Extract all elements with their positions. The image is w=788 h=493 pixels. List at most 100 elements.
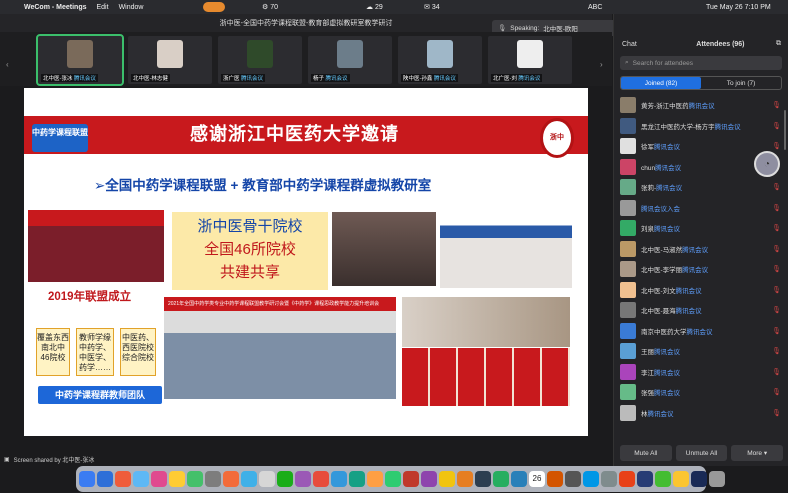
dock-app-icon[interactable] [457, 471, 473, 487]
muted-mic-icon[interactable]: 🎙 [772, 183, 781, 191]
participant-video[interactable]: 陕中医-孙鑫 腾讯会议 [398, 36, 482, 84]
attendee-row[interactable]: 北中医-李学丽腾讯会议 🎙 [614, 258, 788, 280]
participant-video[interactable]: 北中医-张冰 腾讯会议 [36, 34, 124, 86]
dock-app-icon[interactable] [547, 471, 563, 487]
muted-mic-icon[interactable]: 🎙 [772, 204, 781, 212]
menu-window[interactable]: Window [119, 4, 144, 11]
dock-app-icon[interactable] [367, 471, 383, 487]
dock-app-icon[interactable] [277, 471, 293, 487]
dock-app-icon[interactable] [223, 471, 239, 487]
dock-app-icon[interactable] [637, 471, 653, 487]
tray-item-3[interactable]: ✉ 34 [424, 0, 440, 14]
muted-mic-icon[interactable]: 🎙 [772, 224, 781, 232]
muted-mic-icon[interactable]: 🎙 [772, 265, 781, 273]
participant-video[interactable]: 杨子 腾讯会议 [308, 36, 392, 84]
attendee-row[interactable]: 李江腾讯会议 🎙 [614, 361, 788, 383]
dock-app-icon[interactable] [169, 471, 185, 487]
muted-mic-icon[interactable]: 🎙 [772, 409, 781, 417]
tab-attendees[interactable]: Attendees (96) [696, 41, 744, 48]
tray-item-1[interactable]: ⚙ 70 [262, 0, 278, 14]
tab-chat[interactable]: Chat [622, 41, 637, 48]
muted-mic-icon[interactable]: 🎙 [772, 388, 781, 396]
attendee-row[interactable]: 南京中医药大学腾讯会议 🎙 [614, 320, 788, 342]
search-input[interactable]: ⌕ Search for attendees [620, 56, 782, 70]
app-menu[interactable]: WeCom - Meetings [24, 4, 87, 11]
dock-app-icon[interactable] [583, 471, 599, 487]
dock-app-icon[interactable] [691, 471, 707, 487]
attendee-row[interactable]: 林腾讯会议 🎙 [614, 402, 788, 424]
dock-app-icon[interactable] [619, 471, 635, 487]
muted-mic-icon[interactable]: 🎙 [772, 368, 781, 376]
dock-app-icon[interactable] [493, 471, 509, 487]
floating-assistant-icon[interactable]: ◔ [754, 151, 780, 177]
input-method[interactable]: ABC [588, 0, 602, 14]
tab-joined[interactable]: Joined (82) [621, 77, 701, 89]
dock-app-icon[interactable] [187, 471, 203, 487]
participant-video[interactable]: 北广医-刘 腾讯会议 [488, 36, 572, 84]
strip-next-icon[interactable]: › [600, 60, 603, 69]
dock-app-icon[interactable] [331, 471, 347, 487]
dock-app-icon[interactable] [97, 471, 113, 487]
attendee-list: 黄芳-浙江中医药腾讯会议 🎙 黑龙江中医药大学-杨方宇腾讯会议 🎙 徐军腾讯会议 🎙 chu… [614, 94, 788, 424]
calendar-icon[interactable]: 26 [529, 471, 545, 487]
participant-video[interactable]: 浙广医 腾讯会议 [218, 36, 302, 84]
attendee-row[interactable]: 黄芳-浙江中医药腾讯会议 🎙 [614, 94, 788, 116]
dock-app-icon[interactable] [313, 471, 329, 487]
muted-mic-icon[interactable]: 🎙 [772, 347, 781, 355]
tab-to-join[interactable]: To join (7) [701, 77, 781, 89]
attendee-row[interactable]: 北中医-聂海腾讯会议 🎙 [614, 299, 788, 321]
meeting-indicator[interactable] [203, 2, 225, 12]
dock-app-icon[interactable] [421, 471, 437, 487]
dock-app-icon[interactable] [133, 471, 149, 487]
muted-mic-icon[interactable]: 🎙 [772, 101, 781, 109]
dock-app-icon[interactable] [115, 471, 131, 487]
dock-app-icon[interactable] [565, 471, 581, 487]
dock-app-icon[interactable] [385, 471, 401, 487]
attendee-name: 腾讯会议入会 [641, 205, 680, 213]
attendee-row[interactable]: 张莉-腾讯会议 🎙 [614, 176, 788, 198]
attendee-row[interactable]: 北中医-马淑然腾讯会议 🎙 [614, 238, 788, 260]
strip-prev-icon[interactable]: ‹ [6, 60, 9, 69]
attendee-row[interactable]: 黑龙江中医药大学-杨方宇腾讯会议 🎙 [614, 115, 788, 137]
dock-app-icon[interactable] [79, 471, 95, 487]
mute-all-button[interactable]: Mute All [620, 445, 672, 461]
dock-app-icon[interactable] [601, 471, 617, 487]
more-button[interactable]: More ▾ [731, 445, 784, 461]
muted-mic-icon[interactable]: 🎙 [772, 306, 781, 314]
dock-app-icon[interactable] [241, 471, 257, 487]
dock-app-icon[interactable] [259, 471, 275, 487]
attendee-row[interactable]: 刘泉腾讯会议 🎙 [614, 217, 788, 239]
muted-mic-icon[interactable]: 🎙 [772, 142, 781, 150]
tray-item-2[interactable]: ☁ 29 [366, 0, 383, 14]
attendee-row[interactable]: 张强腾讯会议 🎙 [614, 381, 788, 403]
dock-app-icon[interactable] [475, 471, 491, 487]
clock[interactable]: Tue May 26 7:10 PM [706, 0, 771, 14]
menu-edit[interactable]: Edit [97, 4, 109, 11]
participant-video[interactable]: 北中医-林志健 [128, 36, 212, 84]
founding-year: 2019年联盟成立 [48, 291, 132, 303]
dock-app-icon[interactable] [655, 471, 671, 487]
popout-icon[interactable]: ⧉ [776, 40, 781, 48]
muted-mic-icon[interactable]: 🎙 [772, 327, 781, 335]
dock-app-icon[interactable] [205, 471, 221, 487]
dock-app-icon[interactable] [673, 471, 689, 487]
dock-app-icon[interactable] [349, 471, 365, 487]
dock-app-icon[interactable] [295, 471, 311, 487]
muted-mic-icon[interactable]: 🎙 [772, 286, 781, 294]
muted-mic-icon[interactable]: 🎙 [772, 245, 781, 253]
attendee-row[interactable]: 王丽腾讯会议 🎙 [614, 340, 788, 362]
dock-app-icon[interactable] [709, 471, 725, 487]
dock-app-icon[interactable] [403, 471, 419, 487]
avatar [620, 343, 636, 359]
attendee-row[interactable]: 北中医-刘文腾讯会议 🎙 [614, 279, 788, 301]
attendee-name: 北中医-李学丽腾讯会议 [641, 267, 709, 274]
dock-app-icon[interactable] [511, 471, 527, 487]
scrollbar[interactable] [784, 110, 786, 150]
teacher-team-label: 中药学课程群教师团队 [38, 386, 162, 404]
dock-app-icon[interactable] [151, 471, 167, 487]
unmute-all-button[interactable]: Unmute All [675, 445, 728, 461]
muted-mic-icon[interactable]: 🎙 [772, 122, 781, 130]
dock-app-icon[interactable] [439, 471, 455, 487]
attendee-name: 黑龙江中医药大学-杨方宇腾讯会议 [641, 123, 741, 131]
attendee-row[interactable]: 腾讯会议入会 🎙 [614, 197, 788, 219]
